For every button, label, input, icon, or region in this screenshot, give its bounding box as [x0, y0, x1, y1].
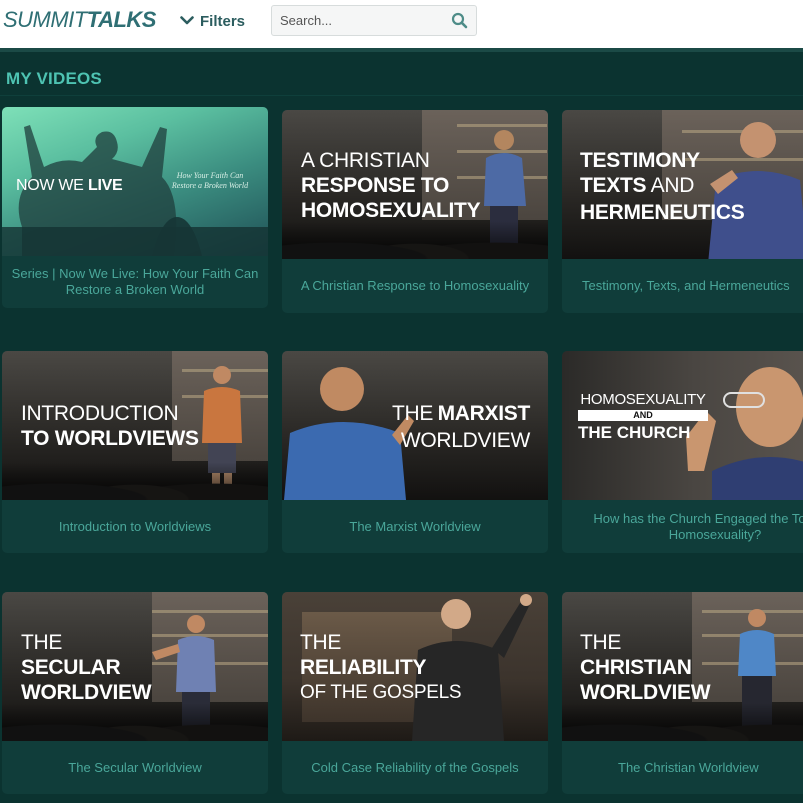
video-caption[interactable]: The Secular Worldview — [10, 741, 260, 794]
logo-summit: SUMMIT — [3, 7, 87, 32]
video-thumbnail[interactable]: THE MARXIST WORLDVIEW — [282, 351, 548, 500]
search-icon[interactable] — [451, 12, 468, 29]
video-thumbnail[interactable]: A CHRISTIAN RESPONSE TO HOMOSEXUALITY — [282, 110, 548, 259]
section-title: MY VIDEOS — [6, 69, 102, 88]
video-card[interactable]: INTRODUCTION TO WORLDVIEWS Introduction … — [2, 351, 268, 553]
video-caption[interactable]: A Christian Response to Homosexuality — [290, 259, 540, 313]
filters-label: Filters — [200, 12, 246, 30]
thumb-title: HOMOSEXUALITY AND THE CHURCH — [578, 391, 708, 443]
thumb-title: THE SECULAR WORLDVIEW — [21, 631, 152, 704]
filters-button[interactable]: Filters — [180, 10, 245, 32]
video-thumbnail[interactable]: NOW WE LIVE How Your Faith Can Restore a… — [2, 107, 268, 256]
video-thumbnail[interactable]: THE SECULAR WORLDVIEW — [2, 592, 268, 741]
thumb-title: NOW WE LIVE — [16, 177, 123, 194]
video-thumbnail[interactable]: THE CHRISTIAN WORLDVIEW — [562, 592, 803, 741]
thumb-title: THE RELIABILITY OF THE GOSPELS — [300, 631, 462, 703]
thumb-title: INTRODUCTION TO WORLDVIEWS — [21, 402, 199, 450]
video-card[interactable]: NOW WE LIVE How Your Faith Can Restore a… — [2, 107, 268, 308]
video-caption[interactable]: Series | Now We Live: How Your Faith Can… — [10, 256, 260, 308]
video-thumbnail[interactable]: HOMOSEXUALITY AND THE CHURCH — [562, 351, 803, 500]
video-card[interactable]: A CHRISTIAN RESPONSE TO HOMOSEXUALITY A … — [282, 110, 548, 313]
header-divider — [0, 48, 803, 52]
thumb-title: THE CHRISTIAN WORLDVIEW — [580, 631, 711, 704]
search-input[interactable] — [272, 6, 448, 35]
video-caption[interactable]: The Marxist Worldview — [290, 500, 540, 553]
video-card[interactable]: HOMOSEXUALITY AND THE CHURCH How has the… — [562, 351, 803, 553]
logo-talks: TALKS — [86, 7, 157, 32]
video-caption[interactable]: The Christian Worldview — [570, 741, 803, 794]
thumb-title: THE MARXIST WORLDVIEW — [392, 402, 530, 452]
video-caption[interactable]: How has the Church Engaged the Topic of … — [562, 500, 803, 553]
video-thumbnail[interactable]: THE RELIABILITY OF THE GOSPELS — [282, 592, 548, 741]
video-caption[interactable]: Testimony, Texts, and Hermeneutics — [570, 259, 803, 313]
site-logo[interactable]: SUMMITTALKS — [3, 6, 156, 34]
video-card[interactable]: THE MARXIST WORLDVIEW The Marxist Worldv… — [282, 351, 548, 553]
top-bar: SUMMITTALKS Filters — [0, 0, 803, 48]
video-card[interactable]: THE SECULAR WORLDVIEW The Secular Worldv… — [2, 592, 268, 794]
video-caption[interactable]: Introduction to Worldviews — [10, 500, 260, 553]
video-card[interactable]: THE RELIABILITY OF THE GOSPELS Cold Case… — [282, 592, 548, 794]
video-caption[interactable]: Cold Case Reliability of the Gospels — [290, 741, 540, 794]
section-divider — [0, 95, 803, 96]
thumb-title: TESTIMONY TEXTS AND HERMENEUTICS — [580, 149, 745, 224]
chevron-down-icon — [180, 16, 194, 25]
video-thumbnail[interactable]: TESTIMONY TEXTS AND HERMENEUTICS — [562, 110, 803, 259]
video-thumbnail[interactable]: INTRODUCTION TO WORLDVIEWS — [2, 351, 268, 500]
video-card[interactable]: TESTIMONY TEXTS AND HERMENEUTICS Testimo… — [562, 110, 803, 313]
search-box — [271, 5, 477, 36]
thumb-subtitle: How Your Faith Can Restore a Broken Worl… — [171, 171, 249, 190]
video-card[interactable]: THE CHRISTIAN WORLDVIEW The Christian Wo… — [562, 592, 803, 794]
thumb-title: A CHRISTIAN RESPONSE TO HOMOSEXUALITY — [301, 149, 481, 222]
